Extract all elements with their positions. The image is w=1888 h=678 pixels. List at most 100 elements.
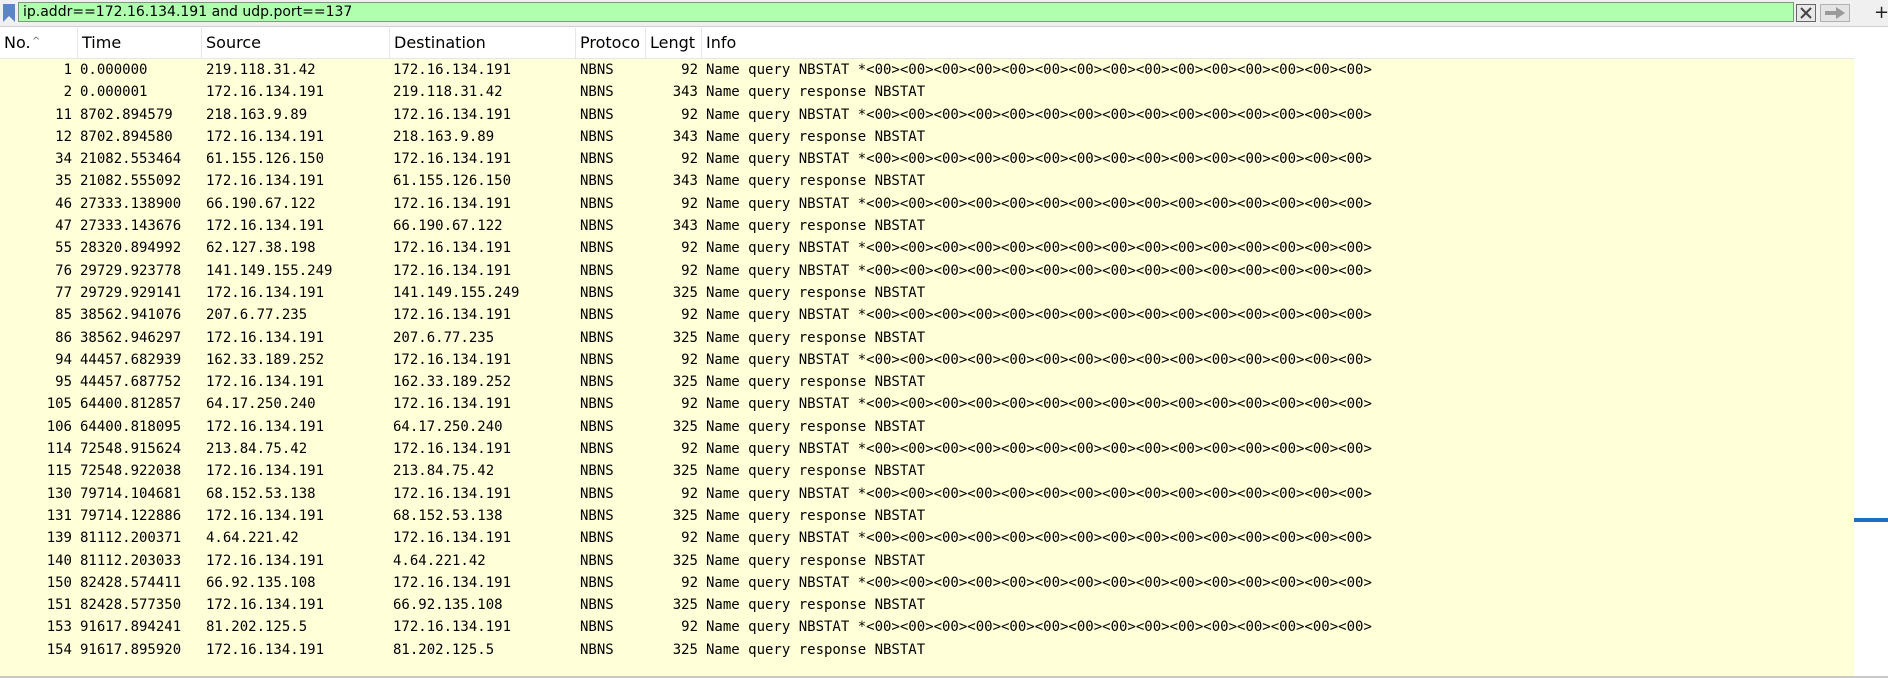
cell-source: 141.149.155.249	[206, 262, 333, 279]
table-row[interactable]: 94 44457.682939 162.33.189.252 172.16.134.1…	[0, 349, 1854, 371]
cell-no: 86	[55, 329, 72, 346]
cell-source: 172.16.134.191	[206, 329, 325, 346]
cell-info: Name query response NBSTAT	[706, 84, 926, 101]
cell-destination: 172.16.134.191	[393, 195, 512, 212]
column-header-time[interactable]: Time	[78, 28, 202, 58]
table-row[interactable]: 77 29729.929141 172.16.134.191 141.149.155.…	[0, 282, 1854, 304]
table-row[interactable]: 131 79714.122886 172.16.134.191 68.152.53.1…	[0, 505, 1854, 527]
table-row[interactable]: 46 27333.138900 66.190.67.122 172.16.134.19…	[0, 193, 1854, 215]
column-header-protocol[interactable]: Protoco	[576, 28, 646, 58]
cell-no: 115	[46, 463, 72, 480]
table-row[interactable]: 55 28320.894992 62.127.38.198 172.16.134.19…	[0, 237, 1854, 259]
cell-info: Name query NBSTAT *<00><00><00><00><00><…	[706, 62, 1372, 78]
cell-source: 207.6.77.235	[206, 307, 308, 324]
table-row[interactable]: 151 82428.577350 172.16.134.191 66.92.135.1…	[0, 594, 1854, 616]
cell-no: 140	[46, 552, 72, 569]
table-row[interactable]: 11 8702.894579 218.163.9.89 172.16.134.191 N…	[0, 104, 1854, 126]
column-header-no-label: No.	[4, 33, 31, 52]
table-row[interactable]: 105 64400.812857 64.17.250.240 172.16.134.1…	[0, 393, 1854, 415]
cell-protocol: NBNS	[580, 507, 614, 524]
table-row[interactable]: 140 81112.203033 172.16.134.191 4.64.221.42…	[0, 550, 1854, 572]
add-filter-button[interactable]: +	[1874, 2, 1888, 24]
cell-no: 131	[46, 507, 72, 524]
cell-length: 92	[681, 485, 698, 502]
table-row[interactable]: 2 0.000001 172.16.134.191 219.118.31.42 NBNS…	[0, 81, 1854, 103]
cell-time: 27333.143676	[80, 218, 182, 235]
cell-no: 95	[55, 374, 72, 391]
table-row[interactable]: 114 72548.915624 213.84.75.42 172.16.134.19…	[0, 438, 1854, 460]
cell-source: 213.84.75.42	[206, 441, 308, 458]
table-row[interactable]: 35 21082.555092 172.16.134.191 61.155.126.1…	[0, 170, 1854, 192]
table-row[interactable]: 76 29729.923778 141.149.155.249 172.16.134.…	[0, 260, 1854, 282]
table-row[interactable]: 95 44457.687752 172.16.134.191 162.33.189.2…	[0, 371, 1854, 393]
cell-source: 172.16.134.191	[206, 418, 325, 435]
column-header-length[interactable]: Lengt	[646, 28, 702, 58]
table-row[interactable]: 154 91617.895920 172.16.134.191 81.202.125.…	[0, 639, 1854, 661]
table-row[interactable]: 34 21082.553464 61.155.126.150 172.16.134.1…	[0, 148, 1854, 170]
cell-time: 81112.203033	[80, 552, 182, 569]
cell-protocol: NBNS	[580, 574, 614, 591]
cell-time: 29729.923778	[80, 262, 182, 279]
cell-destination: 172.16.134.191	[393, 106, 512, 123]
cell-info: Name query response NBSTAT	[706, 218, 926, 235]
column-header-info[interactable]: Info	[702, 28, 1854, 58]
cell-info: Name query NBSTAT *<00><00><00><00><00><…	[706, 485, 1372, 502]
cell-length: 92	[681, 307, 698, 324]
clear-filter-icon[interactable]	[1796, 4, 1816, 22]
cell-info: Name query NBSTAT *<00><00><00><00><00><…	[706, 106, 1372, 123]
table-row[interactable]: 1 0.000000 219.118.31.42 172.16.134.191 NBNS…	[0, 59, 1854, 81]
table-row[interactable]: 139 81112.200371 4.64.221.42 172.16.134.191…	[0, 527, 1854, 549]
cell-time: 0.000001	[80, 84, 148, 101]
cell-length: 92	[681, 151, 698, 168]
cell-info: Name query response NBSTAT	[706, 374, 926, 391]
cell-destination: 66.190.67.122	[393, 218, 503, 235]
cell-destination: 207.6.77.235	[393, 329, 495, 346]
cell-no: 12	[55, 128, 72, 145]
cell-no: 55	[55, 240, 72, 257]
column-header-no[interactable]: No. ^	[0, 28, 78, 58]
cell-protocol: NBNS	[580, 173, 614, 190]
table-row[interactable]: 130 79714.104681 68.152.53.138 172.16.134.1…	[0, 483, 1854, 505]
cell-length: 92	[681, 106, 698, 123]
table-row[interactable]: 150 82428.574411 66.92.135.108 172.16.134.1…	[0, 572, 1854, 594]
cell-info: Name query NBSTAT *<00><00><00><00><00><…	[706, 151, 1372, 168]
column-header-source[interactable]: Source	[202, 28, 390, 58]
cell-length: 92	[681, 396, 698, 413]
cell-protocol: NBNS	[580, 597, 614, 614]
table-row[interactable]: 106 64400.818095 172.16.134.191 64.17.250.2…	[0, 416, 1854, 438]
table-row[interactable]: 85 38562.941076 207.6.77.235 172.16.134.191…	[0, 304, 1854, 326]
cell-source: 4.64.221.42	[206, 530, 299, 547]
vertical-scrollbar[interactable]	[1854, 28, 1888, 676]
cell-length: 325	[672, 284, 698, 301]
table-row[interactable]: 47 27333.143676 172.16.134.191 66.190.67.12…	[0, 215, 1854, 237]
cell-length: 92	[681, 574, 698, 591]
column-header-destination[interactable]: Destination	[390, 28, 576, 58]
cell-time: 21082.553464	[80, 151, 182, 168]
table-row[interactable]: 86 38562.946297 172.16.134.191 207.6.77.235…	[0, 327, 1854, 349]
cell-info: Name query response NBSTAT	[706, 284, 926, 301]
cell-destination: 4.64.221.42	[393, 552, 486, 569]
table-row[interactable]: 153 91617.894241 81.202.125.5 172.16.134.19…	[0, 616, 1854, 638]
cell-length: 325	[672, 329, 698, 346]
cell-time: 79714.122886	[80, 507, 182, 524]
bookmark-icon[interactable]	[2, 4, 16, 22]
table-row[interactable]: 12 8702.894580 172.16.134.191 218.163.9.89 N…	[0, 126, 1854, 148]
cell-length: 343	[672, 173, 698, 190]
cell-no: 151	[46, 597, 72, 614]
cell-length: 92	[681, 619, 698, 636]
cell-protocol: NBNS	[580, 151, 614, 168]
cell-no: 130	[46, 485, 72, 502]
cell-info: Name query NBSTAT *<00><00><00><00><00><…	[706, 307, 1372, 324]
cell-length: 325	[672, 552, 698, 569]
cell-info: Name query NBSTAT *<00><00><00><00><00><…	[706, 619, 1372, 636]
cell-destination: 68.152.53.138	[393, 507, 503, 524]
cell-destination: 81.202.125.5	[393, 641, 495, 658]
cell-info: Name query NBSTAT *<00><00><00><00><00><…	[706, 441, 1372, 458]
apply-filter-button[interactable]	[1820, 4, 1850, 22]
table-row[interactable]: 115 72548.922038 172.16.134.191 213.84.75.4…	[0, 460, 1854, 482]
cell-time: 27333.138900	[80, 195, 182, 212]
cell-length: 325	[672, 507, 698, 524]
display-filter-input[interactable]: ip.addr==172.16.134.191 and udp.port==13…	[18, 2, 1794, 22]
sort-ascending-icon: ^	[32, 36, 41, 47]
cell-protocol: NBNS	[580, 619, 614, 636]
